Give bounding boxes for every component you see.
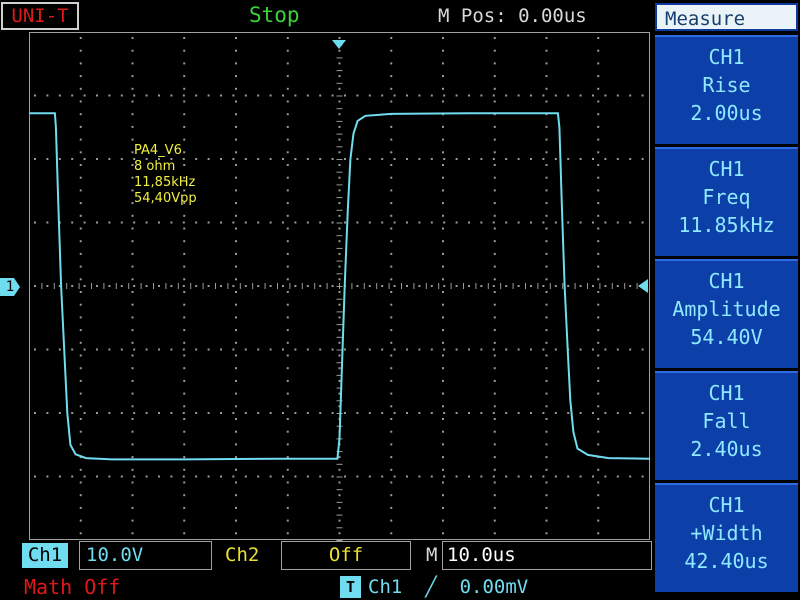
ch2-label[interactable]: Ch2 <box>225 543 259 568</box>
trigger-info: Ch1 ╱ 0.00mV <box>368 574 528 600</box>
grid-dots <box>29 32 650 541</box>
timebase-value: 10.0us <box>442 541 652 570</box>
annotation-line: 8 ohm <box>134 159 176 174</box>
card-value: 2.00us <box>690 101 763 125</box>
card-channel: CH1 <box>708 269 745 293</box>
card-value: 42.40us <box>684 549 769 573</box>
math-status[interactable]: Math Off <box>24 574 120 600</box>
trigger-level: 0.00mV <box>459 576 529 598</box>
annotation-line: 11,85kHz <box>134 175 196 190</box>
card-channel: CH1 <box>708 45 745 69</box>
ch1-label[interactable]: Ch1 <box>22 543 68 568</box>
measure-card-rise[interactable]: CH1 Rise 2.00us <box>655 35 798 144</box>
trigger-icon: T <box>340 576 361 598</box>
card-value: 11.85kHz <box>678 213 775 237</box>
card-channel: CH1 <box>708 157 745 181</box>
card-value: 2.40us <box>690 437 763 461</box>
trace-annotation: PA4_V6 8 ohm 11,85kHz 54,40Vpp <box>134 143 197 207</box>
timebase-label: M <box>426 544 438 566</box>
measure-title[interactable]: Measure <box>655 3 798 31</box>
card-name: Amplitude <box>672 297 781 321</box>
measure-card-fall[interactable]: CH1 Fall 2.40us <box>655 371 798 480</box>
card-name: Rise <box>702 73 751 97</box>
card-name: +Width <box>690 521 763 545</box>
rising-edge-icon: ╱ <box>425 576 437 598</box>
annotation-line: PA4_V6 <box>134 143 182 158</box>
card-channel: CH1 <box>708 381 745 405</box>
card-name: Fall <box>702 409 751 433</box>
trigger-source: Ch1 <box>368 576 403 598</box>
measure-panel: Measure CH1 Rise 2.00us CH1 Freq 11.85kH… <box>653 0 800 600</box>
card-value: 54.40V <box>690 325 763 349</box>
ch2-state: Off <box>281 541 411 570</box>
card-name: Freq <box>702 185 751 209</box>
measure-card-amplitude[interactable]: CH1 Amplitude 54.40V <box>655 259 798 368</box>
ch1-volts-per-div: 10.0V <box>79 541 212 570</box>
card-channel: CH1 <box>708 493 745 517</box>
measure-card-freq[interactable]: CH1 Freq 11.85kHz <box>655 147 798 256</box>
measure-card-width[interactable]: CH1 +Width 42.40us <box>655 483 798 592</box>
annotation-line: 54,40Vpp <box>134 191 197 206</box>
